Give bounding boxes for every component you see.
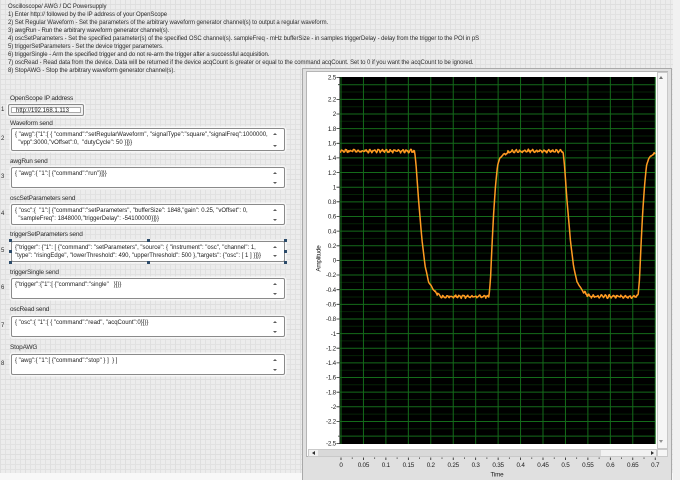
svg-text:-2.5: -2.5	[326, 441, 337, 448]
svg-text:0.5: 0.5	[561, 462, 570, 469]
svg-text:2.2: 2.2	[328, 97, 337, 104]
svg-text:0: 0	[339, 462, 343, 469]
svg-text:-1.8: -1.8	[326, 389, 337, 396]
svg-text:-0.6: -0.6	[326, 302, 337, 309]
svg-text:-0.2: -0.2	[326, 272, 337, 279]
svg-text:-1.6: -1.6	[326, 375, 337, 382]
svg-text:-1.4: -1.4	[326, 360, 337, 367]
svg-text:0.6: 0.6	[328, 214, 337, 221]
svg-text:-2: -2	[331, 404, 337, 411]
svg-text:0.25: 0.25	[447, 462, 459, 469]
svg-text:1.8: 1.8	[328, 126, 337, 133]
svg-text:1: 1	[333, 184, 337, 191]
svg-text:-2.2: -2.2	[326, 419, 337, 426]
svg-text:0: 0	[333, 258, 337, 265]
svg-text:0.2: 0.2	[328, 243, 337, 250]
svg-text:1.4: 1.4	[328, 155, 337, 162]
svg-text:Amplitude: Amplitude	[316, 245, 323, 272]
svg-text:-0.4: -0.4	[326, 287, 337, 294]
svg-text:0.55: 0.55	[582, 462, 594, 469]
svg-text:0.4: 0.4	[328, 228, 337, 235]
svg-text:0.45: 0.45	[537, 462, 549, 469]
svg-text:-0.8: -0.8	[326, 316, 337, 323]
svg-text:0.65: 0.65	[627, 462, 639, 469]
svg-text:0.35: 0.35	[492, 462, 504, 469]
svg-text:0.6: 0.6	[606, 462, 615, 469]
svg-text:-1.2: -1.2	[326, 345, 337, 352]
svg-text:-1: -1	[331, 331, 337, 338]
svg-text:0.1: 0.1	[382, 462, 391, 469]
svg-text:0.3: 0.3	[472, 462, 481, 469]
svg-text:1.6: 1.6	[328, 141, 337, 148]
svg-text:0.15: 0.15	[403, 462, 415, 469]
svg-text:0.4: 0.4	[516, 462, 525, 469]
svg-text:0.05: 0.05	[358, 462, 370, 469]
svg-text:2: 2	[333, 111, 337, 118]
svg-text:0.8: 0.8	[328, 199, 337, 206]
svg-text:1.2: 1.2	[328, 170, 337, 177]
svg-text:0.7: 0.7	[651, 462, 660, 469]
svg-text:0.2: 0.2	[427, 462, 436, 469]
svg-text:Time: Time	[491, 472, 505, 479]
svg-text:2.5: 2.5	[328, 75, 337, 82]
